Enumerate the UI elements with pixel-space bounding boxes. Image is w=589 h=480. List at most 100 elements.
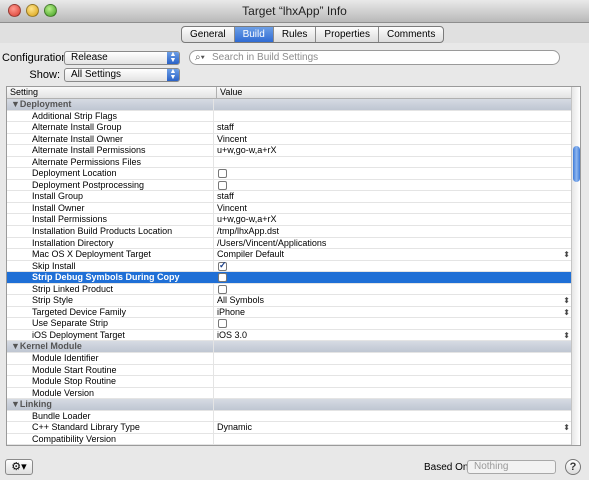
setting-checkbox[interactable]: [218, 169, 227, 179]
column-header-setting[interactable]: Setting: [10, 87, 38, 98]
tab-rules[interactable]: Rules: [274, 27, 317, 42]
setting-name: Compatibility Version: [32, 433, 117, 444]
table-header: Setting Value: [7, 87, 574, 99]
configuration-value: Release: [71, 52, 108, 63]
tab-general[interactable]: General: [182, 27, 235, 42]
search-field[interactable]: ⌕▾ Search in Build Settings: [189, 50, 560, 65]
popup-arrows-icon[interactable]: ⬍: [563, 249, 570, 261]
setting-name: Alternate Install Owner: [32, 133, 124, 144]
setting-value[interactable]: Compiler Default: [217, 249, 284, 261]
column-divider: [213, 122, 214, 133]
setting-checkbox[interactable]: [218, 284, 227, 294]
setting-name: Targeted Device Family: [32, 306, 127, 317]
setting-checkbox[interactable]: [218, 273, 227, 283]
group-header-row[interactable]: ▼Kernel Module: [7, 341, 574, 354]
table-row[interactable]: Alternate Permissions Files: [7, 156, 574, 169]
setting-name: Install Owner: [32, 202, 85, 213]
column-divider: [213, 306, 214, 318]
group-header-row[interactable]: ▼Linking: [7, 399, 574, 411]
configuration-select[interactable]: Release ▲ ▼: [64, 51, 180, 65]
column-divider: [213, 422, 214, 433]
resize-divider[interactable]: [6, 446, 581, 453]
table-row[interactable]: Module Identifier: [7, 353, 574, 365]
setting-value[interactable]: /tmp/lhxApp.dst: [217, 226, 279, 238]
setting-value[interactable]: iOS 3.0: [217, 330, 247, 342]
table-row[interactable]: Module Stop Routine: [7, 376, 574, 388]
setting-value[interactable]: Vincent: [217, 134, 247, 146]
setting-checkbox[interactable]: [218, 260, 227, 271]
setting-value[interactable]: staff: [217, 191, 234, 203]
gear-icon[interactable]: ⚙▾: [5, 459, 33, 475]
setting-value[interactable]: u+w,go-w,a+rX: [217, 214, 277, 226]
setting-name: Mac OS X Deployment Target: [32, 249, 151, 260]
table-row[interactable]: Mac OS X Deployment Target Compiler Defau…: [7, 249, 574, 261]
table-row[interactable]: Strip Style All Symbols ⬍: [7, 295, 574, 307]
column-divider: [213, 99, 214, 110]
tab-segmented-control: General Build Rules Properties Comments: [181, 26, 445, 43]
table-row[interactable]: Targeted Device Family iPhone ⬍: [7, 306, 574, 319]
column-divider: [213, 145, 214, 156]
table-row[interactable]: Alternate Install Permissions u+w,go-w,a+…: [7, 145, 574, 157]
setting-checkbox[interactable]: [218, 319, 227, 329]
column-divider: [213, 433, 214, 445]
tab-build[interactable]: Build: [234, 27, 274, 42]
help-button[interactable]: ?: [565, 459, 581, 475]
setting-value[interactable]: /Users/Vincent/Applications: [217, 238, 326, 250]
popup-arrows-icon[interactable]: ⬍: [563, 422, 570, 434]
setting-value[interactable]: All Symbols: [217, 295, 264, 307]
group-header-row[interactable]: ▼Deployment: [7, 99, 574, 111]
setting-value[interactable]: iPhone: [217, 307, 245, 319]
table-row[interactable]: Deployment Location: [7, 168, 574, 180]
table-row[interactable]: Skip Install: [7, 260, 574, 273]
column-divider: [213, 237, 214, 249]
popup-arrows-icon[interactable]: ⬍: [563, 295, 570, 307]
table-row[interactable]: Strip Debug Symbols During Copy: [7, 272, 574, 284]
setting-name: Strip Debug Symbols During Copy: [32, 272, 180, 283]
setting-name: Module Identifier: [32, 353, 99, 364]
table-row[interactable]: Bundle Loader: [7, 410, 574, 423]
search-placeholder: Search in Build Settings: [212, 52, 319, 63]
column-header-value[interactable]: Value: [216, 87, 242, 98]
setting-value[interactable]: Vincent: [217, 203, 247, 215]
vertical-scrollbar[interactable]: [571, 87, 580, 445]
column-divider: [213, 376, 214, 387]
popup-arrows-icon[interactable]: ⬍: [563, 307, 570, 319]
table-row[interactable]: Deployment Postprocessing: [7, 179, 574, 192]
popup-arrows-icon[interactable]: ⬍: [563, 330, 570, 342]
setting-name: Module Start Routine: [32, 364, 117, 375]
table-row[interactable]: C++ Standard Library Type Dynamic ⬍: [7, 422, 574, 434]
table-row[interactable]: Install Permissions u+w,go-w,a+rX: [7, 214, 574, 227]
table-row[interactable]: iOS Deployment Target iOS 3.0 ⬍: [7, 329, 574, 342]
setting-name: Deployment Location: [32, 168, 117, 179]
table-row[interactable]: Strip Linked Product: [7, 283, 574, 296]
setting-name: Install Group: [32, 191, 84, 202]
table-row[interactable]: Alternate Install Group staff: [7, 122, 574, 134]
search-icon: ⌕▾: [195, 52, 205, 63]
column-divider: [213, 202, 214, 214]
setting-value[interactable]: staff: [217, 122, 234, 134]
scrollbar-thumb[interactable]: [573, 146, 580, 182]
based-on-select[interactable]: Nothing: [467, 460, 556, 474]
table-row[interactable]: Use Separate Strip: [7, 318, 574, 330]
table-row[interactable]: Alternate Install Owner Vincent: [7, 133, 574, 146]
column-divider: [213, 156, 214, 168]
table-row[interactable]: Compatibility Version: [7, 433, 574, 445]
tab-comments[interactable]: Comments: [379, 27, 443, 42]
column-divider: [213, 318, 214, 329]
show-select[interactable]: All Settings ▲ ▼: [64, 68, 180, 82]
column-divider: [213, 410, 214, 422]
table-row[interactable]: Install Group staff: [7, 191, 574, 203]
setting-value[interactable]: Dynamic: [217, 422, 252, 434]
setting-checkbox[interactable]: [218, 180, 227, 190]
tab-properties[interactable]: Properties: [316, 27, 379, 42]
table-row[interactable]: Install Owner Vincent: [7, 202, 574, 215]
table-row[interactable]: Module Start Routine: [7, 364, 574, 377]
setting-value[interactable]: u+w,go-w,a+rX: [217, 145, 277, 157]
table-row[interactable]: Installation Directory/Users/Vincent/App…: [7, 237, 574, 250]
table-row[interactable]: Additional Strip Flags: [7, 110, 574, 123]
table-row[interactable]: Installation Build Products Location/tmp…: [7, 226, 574, 238]
setting-name: Use Separate Strip: [32, 318, 109, 329]
group-label: ▼Deployment: [11, 99, 72, 109]
column-divider: [213, 329, 214, 341]
table-row[interactable]: Module Version: [7, 387, 574, 400]
